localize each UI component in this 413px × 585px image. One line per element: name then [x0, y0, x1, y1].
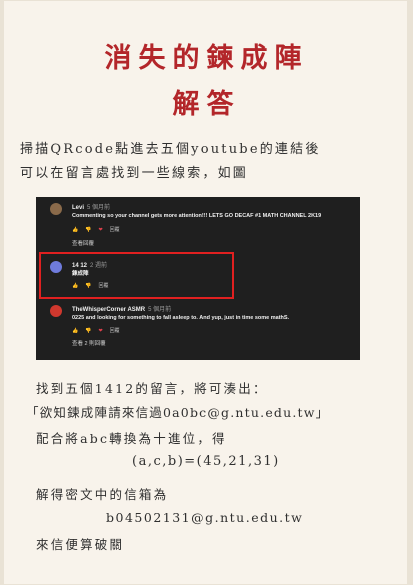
intro-line-2: 可以在留言處找到一些線索，如圖	[20, 166, 249, 181]
thumbs-down-icon[interactable]: 👎	[85, 328, 91, 334]
email-answer: b04502131@g.ntu.edu.tw	[106, 510, 304, 525]
comment-time: 5 個月前	[148, 307, 172, 313]
text-line-3: 找到五個1412的留言，將可湊出：	[36, 381, 268, 396]
thumbs-up-icon[interactable]: 👍	[72, 328, 78, 334]
comment-actions: 👍 👎 ❤ 回覆	[72, 327, 127, 334]
thumbs-up-icon[interactable]: 👍	[72, 227, 78, 233]
comment-text: Commenting so your channel gets more att…	[72, 213, 322, 219]
avatar	[50, 305, 62, 317]
page-subtitle: 解答	[172, 89, 241, 120]
comment-author: Levi 5 個月前	[72, 205, 111, 211]
comment-time: 5 個月前	[87, 205, 111, 211]
text-line-5: 配合將abc轉換為十進位，得	[36, 431, 227, 446]
text-line-7: 解得密文中的信箱為	[36, 487, 169, 502]
comment-text: 0225 and looking for something to fall a…	[72, 315, 290, 321]
heart-icon[interactable]: ❤	[98, 227, 102, 233]
view-replies-link[interactable]: 查看 2 則回覆	[72, 339, 106, 347]
text-line-9: 來信便算破關	[36, 537, 125, 552]
heart-icon[interactable]: ❤	[98, 328, 102, 334]
intro-line-1: 掃描QRcode點進去五個youtube的連結後	[20, 142, 321, 157]
text-line-6: (a,c,b)=(45,21,31)	[132, 454, 280, 469]
avatar	[50, 203, 62, 215]
comment-actions: 👍 👎 ❤ 回覆	[72, 226, 127, 233]
comment-author: TheWhisperCorner ASMR 5 個月前	[72, 307, 172, 313]
reply-button[interactable]: 回覆	[110, 328, 120, 334]
thumbs-down-icon[interactable]: 👎	[85, 227, 91, 233]
highlight-box	[39, 252, 234, 299]
view-replies-link[interactable]: 查看回覆	[72, 239, 94, 247]
text-line-4: 「欲知鍊成陣請來信過0a0bc@g.ntu.edu.tw」	[26, 405, 330, 420]
youtube-comments-screenshot: Levi 5 個月前 Commenting so your channel get…	[36, 197, 360, 360]
reply-button[interactable]: 回覆	[110, 227, 120, 233]
page-title: 消失的鍊成陣	[104, 43, 309, 74]
